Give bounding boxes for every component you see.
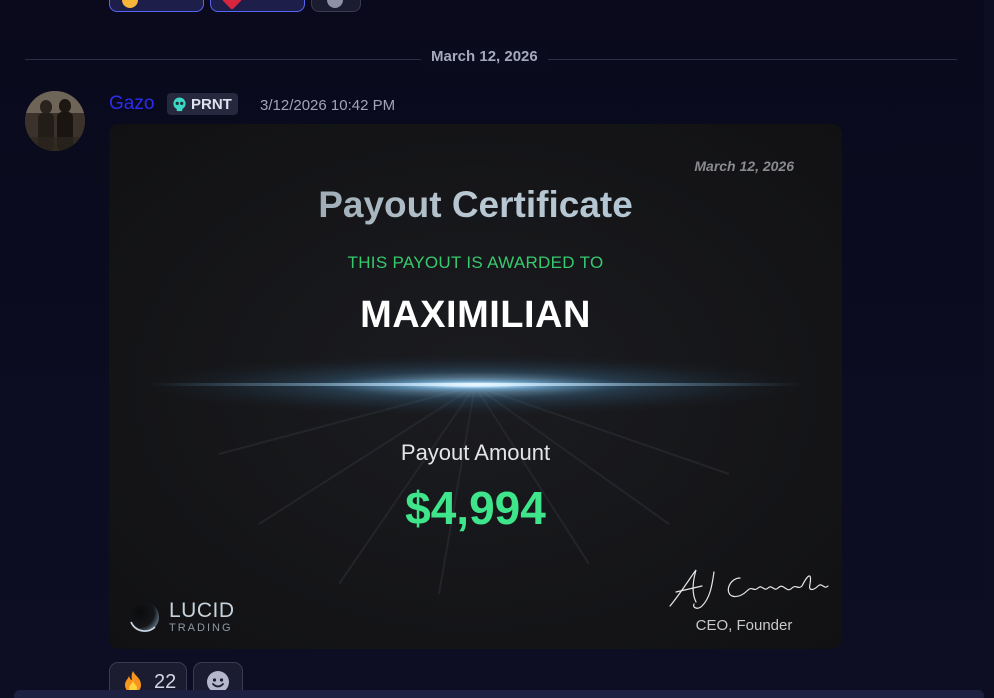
awarded-to-label: THIS PAYOUT IS AWARDED TO [347, 253, 604, 272]
lucid-logo-icon [129, 602, 159, 632]
signer-role: CEO, Founder [695, 617, 793, 634]
scrollbar-track[interactable] [984, 0, 994, 698]
heart-emoji-icon [222, 0, 242, 10]
previous-message-reactions [109, 0, 361, 12]
logo-name: LUCID [169, 599, 235, 622]
message-timestamp[interactable]: 3/12/2026 10:42 PM [260, 97, 395, 114]
certificate-date: March 12, 2026 [694, 158, 794, 174]
founder-signature [669, 569, 829, 609]
light-flare-decoration [145, 355, 805, 415]
logo-subtitle: TRADING [169, 622, 233, 634]
reaction-chip[interactable] [109, 0, 204, 12]
payout-amount-label: Payout Amount [400, 440, 551, 465]
recipient-name: MAXIMILIAN [360, 294, 591, 336]
message-composer[interactable] [14, 690, 984, 698]
smile-emoji-icon [122, 0, 138, 8]
skull-icon [173, 96, 186, 111]
certificate-image[interactable]: March 12, 2026 Payout Certificate THIS P… [109, 124, 842, 649]
reaction-chip[interactable] [210, 0, 305, 12]
server-tag[interactable]: PRNT [167, 93, 238, 115]
chat-view: March 12, 2026 Gazo PRNT 3/12/2026 10:42… [0, 0, 994, 698]
lucid-trading-logo: LUCID TRADING [127, 600, 235, 634]
payout-amount: $4,994 [405, 482, 546, 534]
avatar-photo [25, 91, 85, 151]
certificate-title: Payout Certificate [109, 184, 842, 226]
server-tag-label: PRNT [191, 95, 232, 113]
message-author[interactable]: Gazo [109, 93, 154, 115]
add-reaction-icon [327, 0, 343, 8]
add-reaction-button[interactable] [311, 0, 361, 12]
date-divider-label: March 12, 2026 [421, 48, 548, 65]
avatar[interactable] [25, 91, 85, 151]
